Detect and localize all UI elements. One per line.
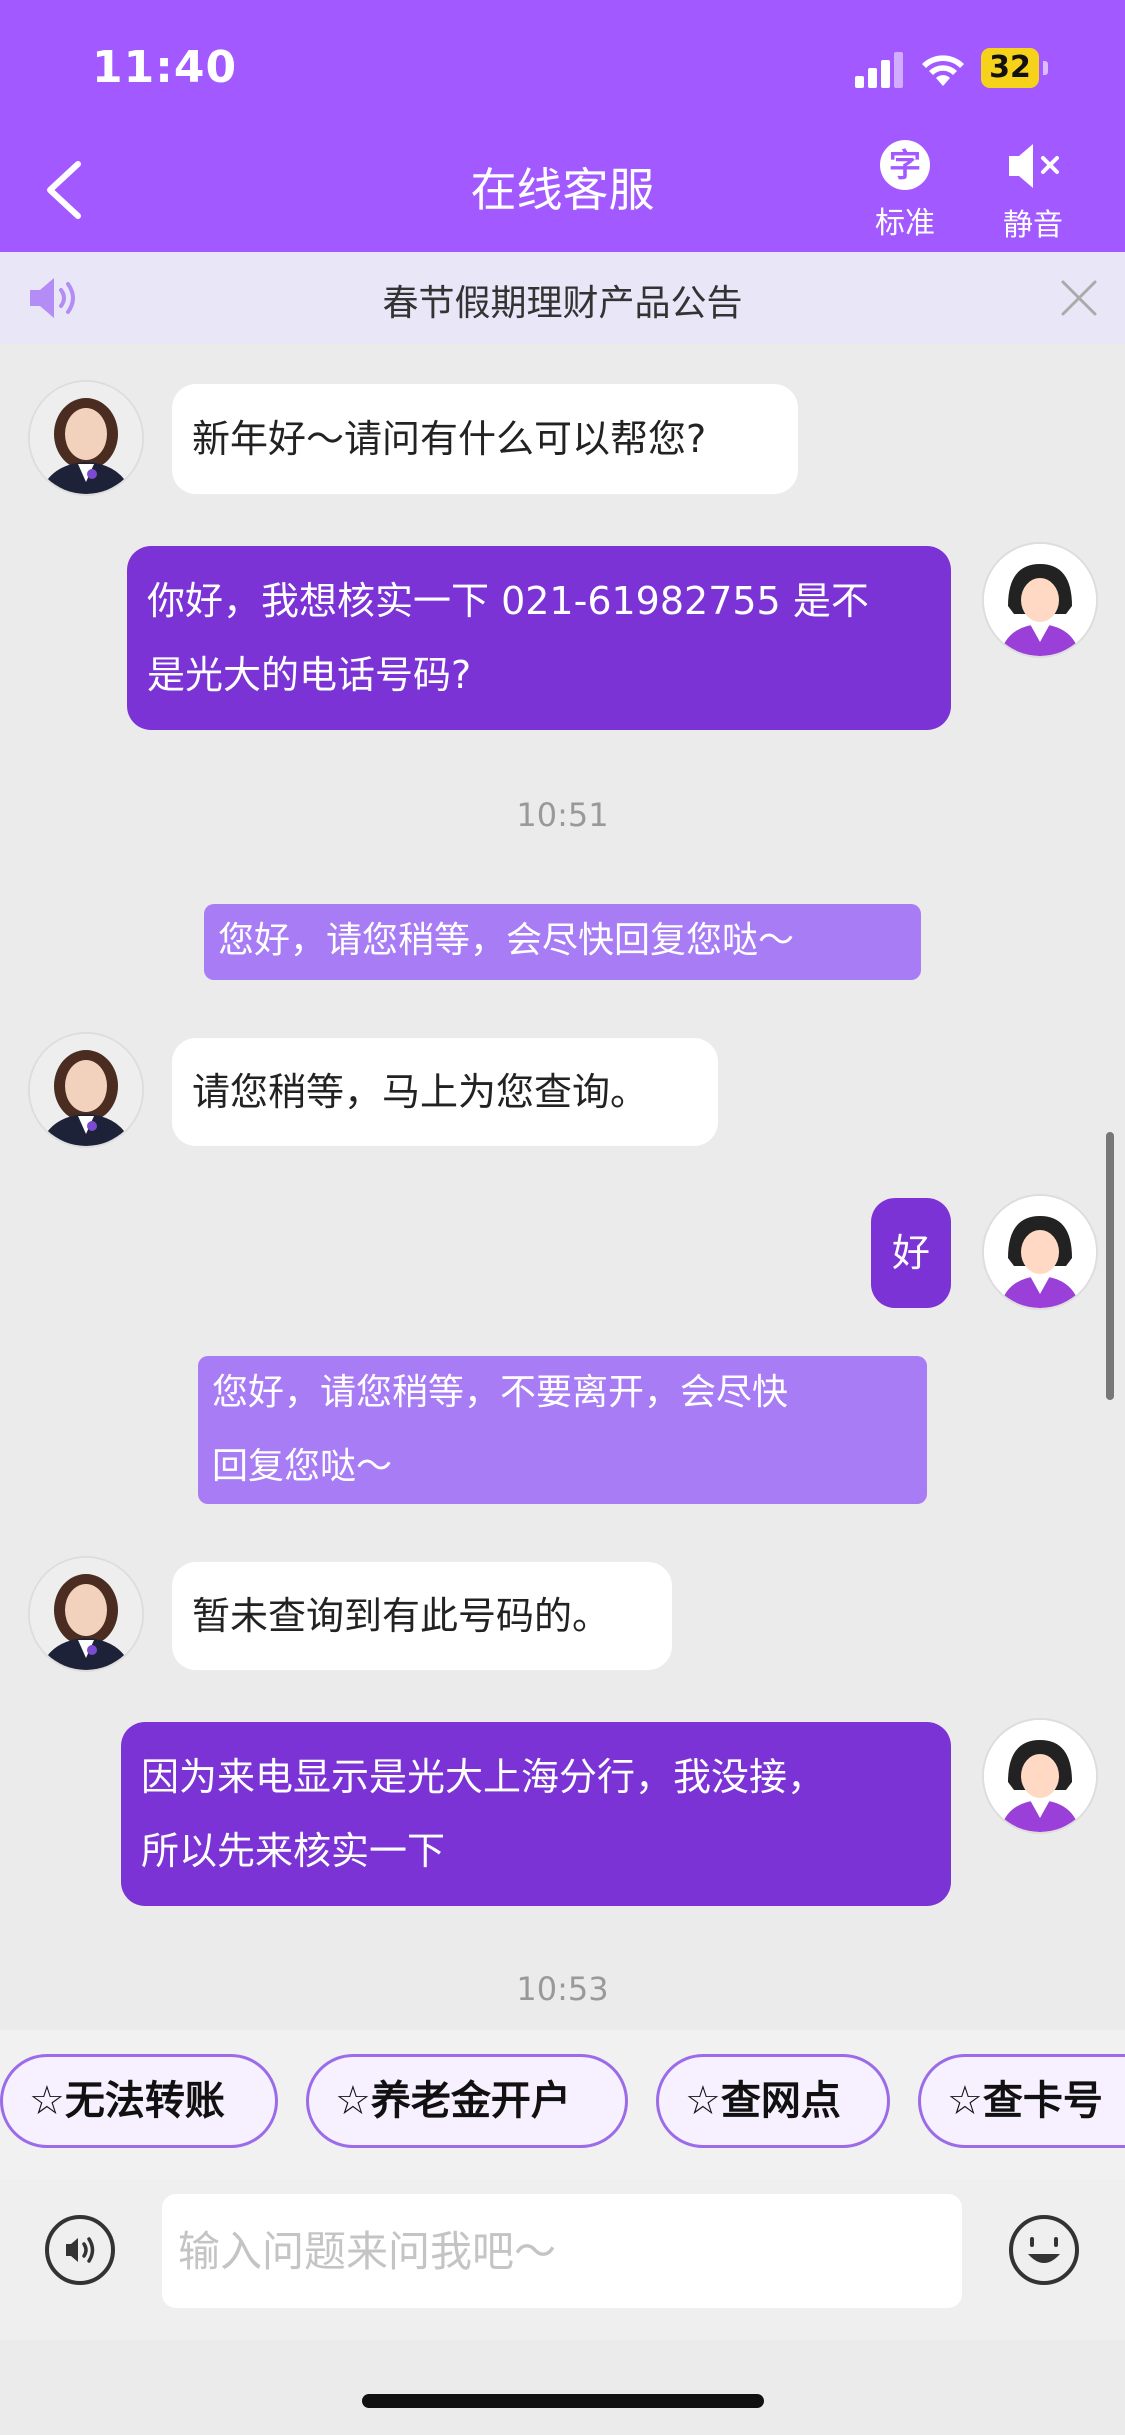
quick-reply-bar: ☆无法转账 ☆养老金开户 ☆查网点 ☆查卡号: [0, 2030, 1125, 2180]
timestamp: 10:51: [516, 796, 609, 834]
wifi-icon: [922, 55, 964, 86]
system-message: 您好，请您稍等，会尽快回复您哒～: [204, 904, 921, 980]
agent-message: 请您稍等，马上为您查询。: [172, 1038, 718, 1146]
close-icon[interactable]: [1057, 276, 1101, 320]
message-line: 回复您哒～: [212, 1446, 393, 1487]
emoji-icon[interactable]: [1008, 2214, 1080, 2286]
home-indicator[interactable]: [362, 2394, 764, 2408]
message-line: 是光大的电话号码?: [147, 653, 472, 697]
agent-avatar[interactable]: [28, 1556, 144, 1672]
message-line: 所以先来核实一下: [141, 1829, 446, 1873]
page-title: 在线客服: [470, 163, 655, 217]
font-size-icon: 字: [880, 140, 930, 190]
announcement-bar[interactable]: 春节假期理财产品公告: [0, 252, 1125, 344]
agent-message: 暂未查询到有此号码的。: [172, 1562, 672, 1670]
agent-message: 新年好～请问有什么可以帮您?: [172, 384, 798, 494]
user-message: 因为来电显示是光大上海分行，我没接， 所以先来核实一下: [121, 1722, 951, 1906]
standard-font-button[interactable]: 字 标准: [860, 140, 950, 242]
agent-avatar[interactable]: [28, 380, 144, 496]
mute-speaker-icon: [1009, 144, 1059, 188]
timestamp: 10:53: [516, 1970, 609, 2008]
battery-icon: 32: [981, 48, 1039, 88]
header-bar: 11:40 32 在线客服 字 标准 静音: [0, 0, 1125, 252]
quick-reply-chip[interactable]: ☆养老金开户: [306, 2054, 628, 2148]
battery-tip: [1043, 61, 1048, 75]
standard-label: 标准: [875, 206, 935, 241]
scrollbar[interactable]: [1106, 1132, 1114, 1400]
input-bar: [0, 2180, 1125, 2340]
user-message: 你好，我想核实一下 021-61982755 是不 是光大的电话号码?: [127, 546, 951, 730]
announcement-text[interactable]: 春节假期理财产品公告: [0, 274, 1125, 326]
mute-label: 静音: [1003, 208, 1063, 243]
status-time: 11:40: [92, 42, 238, 93]
user-avatar[interactable]: [982, 542, 1098, 658]
message-line: 您好，请您稍等，不要离开，会尽快: [212, 1372, 789, 1413]
quick-reply-chip[interactable]: ☆无法转账: [0, 2054, 278, 2148]
mute-button[interactable]: 静音: [988, 140, 1078, 244]
voice-icon[interactable]: [44, 2214, 116, 2286]
quick-reply-chip[interactable]: ☆查网点: [656, 2054, 890, 2148]
quick-reply-chip[interactable]: ☆查卡号: [918, 2054, 1125, 2148]
user-avatar[interactable]: [982, 1718, 1098, 1834]
message-line: 你好，我想核实一下 021-61982755 是不: [147, 579, 869, 623]
user-message: 好: [871, 1198, 951, 1308]
system-message: 您好，请您稍等，不要离开，会尽快 回复您哒～: [198, 1356, 927, 1504]
user-avatar[interactable]: [982, 1194, 1098, 1310]
agent-avatar[interactable]: [28, 1032, 144, 1148]
message-line: 因为来电显示是光大上海分行，我没接，: [141, 1755, 826, 1799]
cellular-signal-icon: [855, 48, 905, 88]
message-input[interactable]: [162, 2194, 962, 2308]
